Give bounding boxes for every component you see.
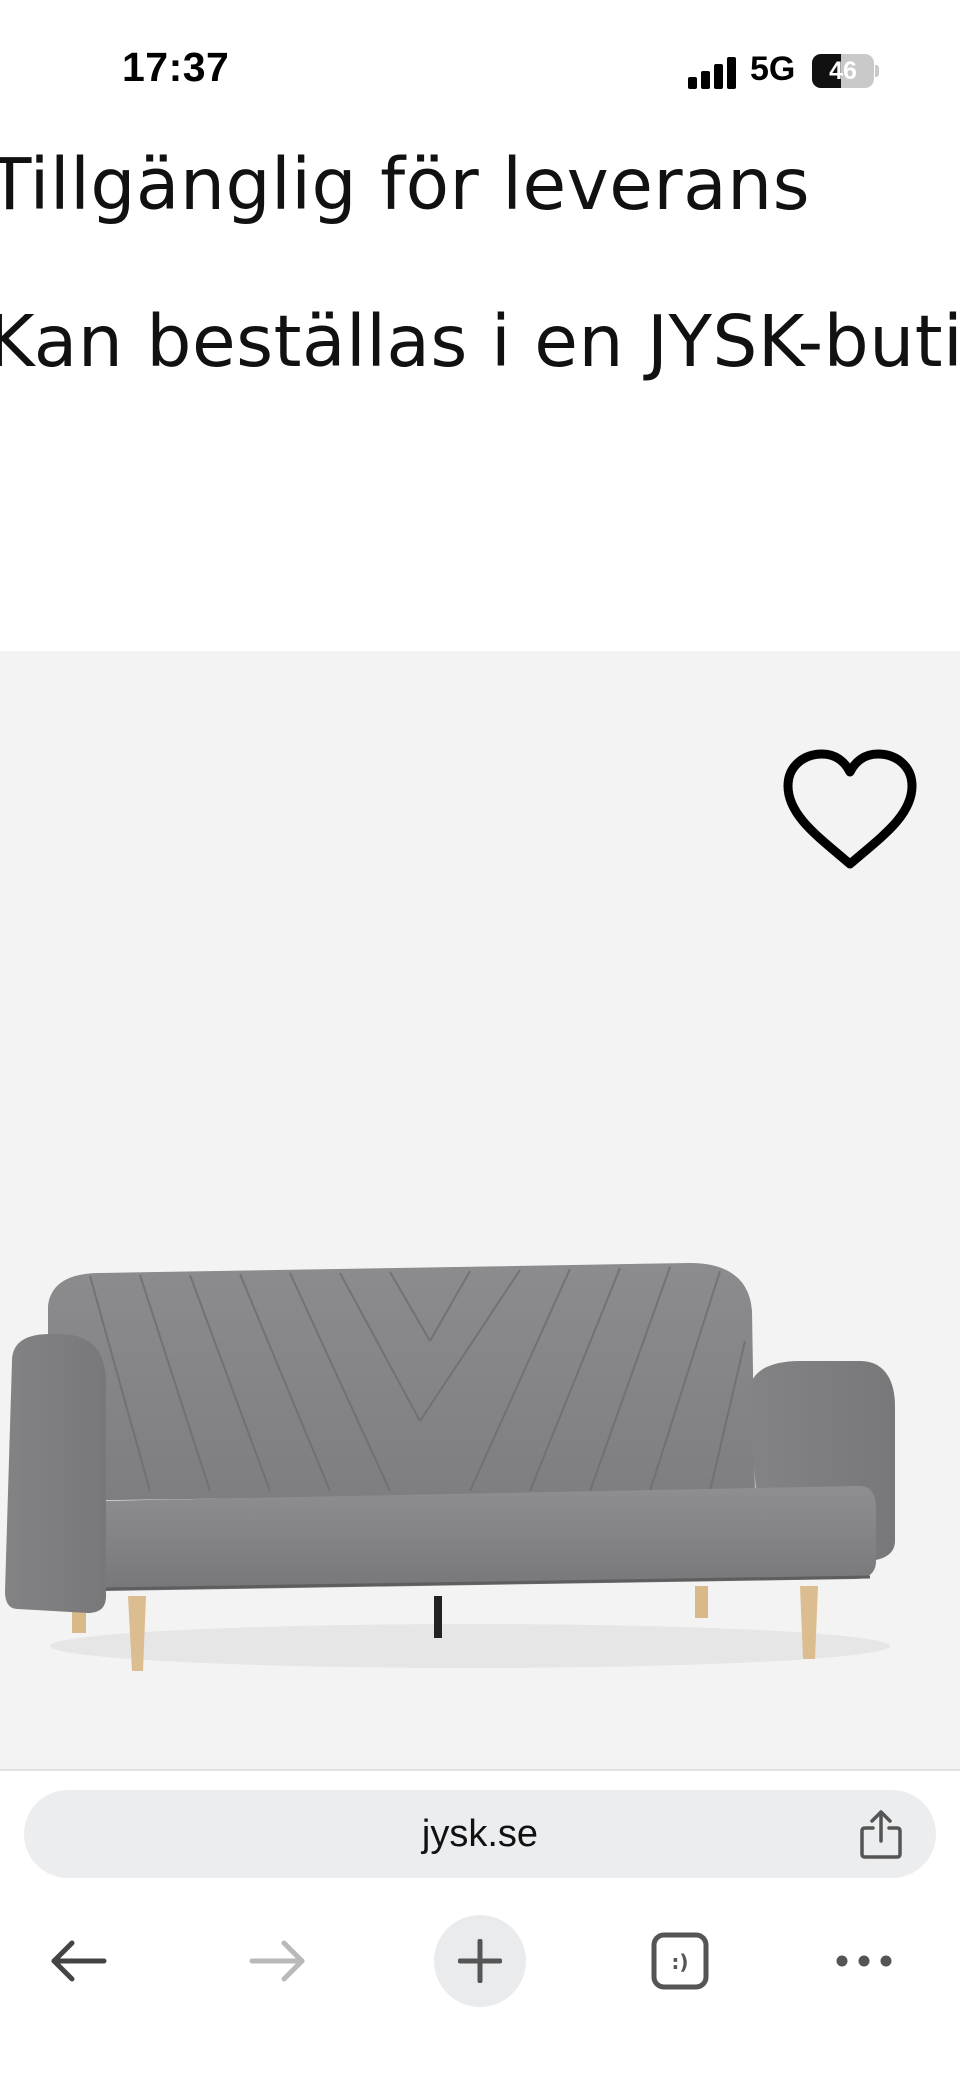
- favorite-button[interactable]: [780, 746, 920, 876]
- product-image[interactable]: [0, 651, 960, 1769]
- ellipsis-icon: [836, 1955, 892, 1967]
- address-bar[interactable]: jysk.se: [24, 1790, 936, 1878]
- arrow-right-icon: [249, 1940, 305, 1982]
- status-bar: 17:37 5G 46: [0, 0, 960, 130]
- sofa-bed-picture: [5, 1263, 895, 1671]
- delivery-availability-text: Tillgänglig för leverans: [0, 143, 811, 226]
- tabs-glyph: :): [671, 1950, 688, 1974]
- more-options-button[interactable]: [818, 1915, 910, 2007]
- url-text[interactable]: jysk.se: [24, 1790, 936, 1878]
- battery-percentage: 46: [829, 57, 857, 85]
- tabs-button[interactable]: :): [634, 1915, 726, 2007]
- heart-outline-icon: [783, 749, 917, 869]
- arrow-left-icon: [51, 1940, 107, 1982]
- browser-toolbar: jysk.se:): [0, 1769, 960, 2081]
- new-tab-button[interactable]: [434, 1915, 526, 2007]
- tabs-icon: :): [651, 1932, 709, 1990]
- back-button[interactable]: [32, 1915, 124, 2007]
- forward-button[interactable]: [232, 1915, 324, 2007]
- share-icon[interactable]: [856, 1808, 906, 1860]
- status-time: 17:37: [122, 44, 230, 90]
- plus-icon: [458, 1939, 502, 1983]
- battery-icon: 46: [812, 54, 879, 88]
- store-order-availability-text: Kan beställas i en JYSK-buti: [0, 300, 960, 383]
- browser-navigation: :): [0, 1901, 960, 2031]
- network-type-label: 5G: [750, 50, 796, 88]
- signal-strength-icon: [688, 57, 738, 89]
